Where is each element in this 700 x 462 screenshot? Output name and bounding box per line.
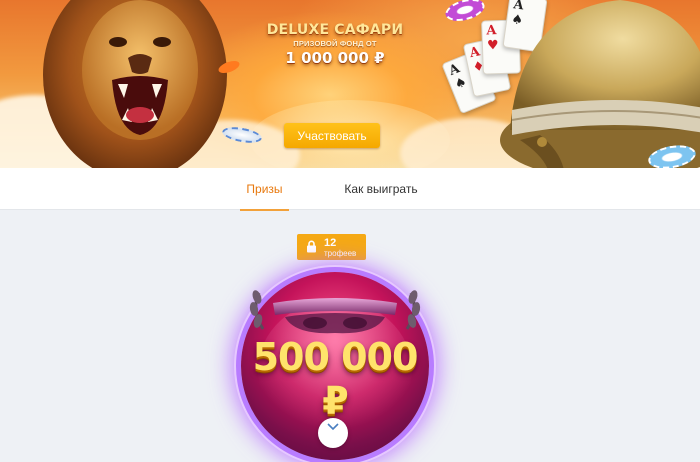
trophies-badge: 12 трофеев (297, 234, 366, 260)
tab-how-to-win[interactable]: Как выиграть (336, 168, 426, 210)
prize-fund-label: ПРИЗОВОЙ ФОНД ОТ (293, 39, 377, 48)
tabs-bar: Призы Как выиграть (0, 168, 700, 211)
trophies-label: трофеев (324, 249, 357, 258)
prize-amount: 500 000 ₽ (252, 335, 419, 423)
promo-logo: DELUXE САФАРИ ПРИЗОВОЙ ФОНД ОТ 1 000 000… (250, 22, 420, 67)
trophies-count: 12 (324, 237, 337, 249)
lion-illustration (43, 0, 227, 168)
chevron-down-icon (327, 423, 339, 431)
trophy-laurel-illustration (249, 290, 421, 334)
prize-fund-amount: 1 000 000 ₽ (285, 49, 385, 67)
promo-title: DELUXE САФАРИ (266, 22, 404, 38)
lock-icon (307, 240, 316, 253)
safari-helmet-illustration (500, 0, 700, 168)
expand-button[interactable] (318, 418, 348, 448)
promo-banner: DELUXE САФАРИ ПРИЗОВОЙ ФОНД ОТ 1 000 000… (0, 0, 700, 168)
tab-prizes[interactable]: Призы (240, 168, 289, 211)
casino-chip (443, 0, 487, 25)
participate-button[interactable]: Участвовать (284, 123, 380, 148)
